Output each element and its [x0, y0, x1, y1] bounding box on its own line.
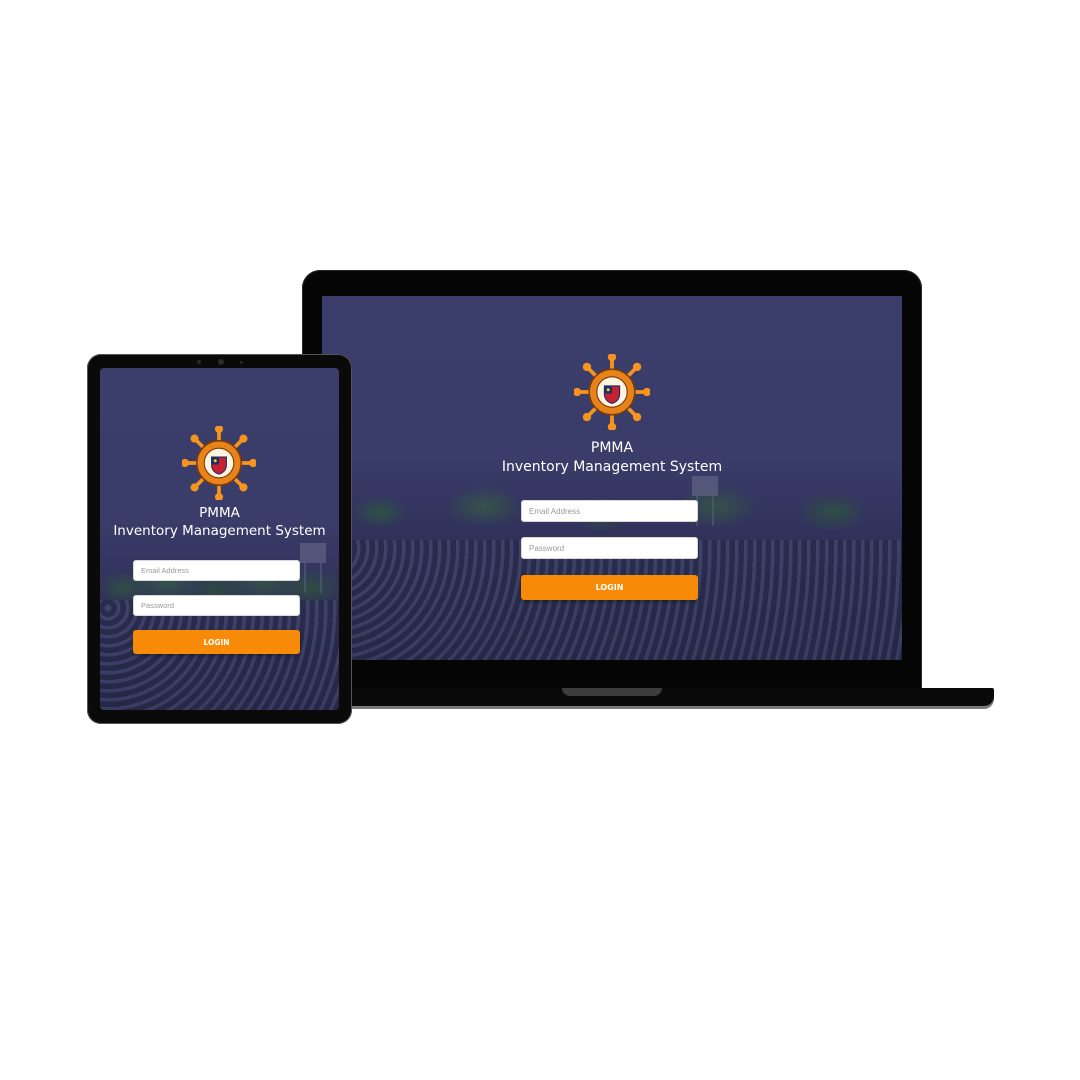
login-button-label: LOGIN [595, 583, 624, 592]
pmma-seal-icon [182, 426, 256, 500]
email-placeholder: Email Address [141, 566, 189, 575]
background-water-tower [300, 543, 326, 593]
password-placeholder: Password [529, 543, 565, 553]
app-title-line2: Inventory Management System [113, 523, 326, 540]
email-input[interactable]: Email Address [133, 560, 300, 581]
laptop-device: PMMA Inventory Management System Email A… [302, 270, 922, 690]
app-title-line1: PMMA [199, 505, 240, 521]
email-input[interactable]: Email Address [521, 500, 698, 522]
background-photo [322, 296, 902, 660]
laptop-hinge-notch [562, 688, 662, 696]
tablet-device: PMMA Inventory Management System Email A… [87, 354, 352, 724]
laptop-screen: PMMA Inventory Management System Email A… [322, 296, 902, 660]
password-input[interactable]: Password [133, 595, 300, 616]
app-title-line1: PMMA [590, 440, 634, 456]
tablet-camera-icon [197, 359, 243, 365]
login-button[interactable]: LOGIN [521, 575, 698, 600]
login-button[interactable]: LOGIN [133, 630, 300, 654]
pmma-seal-icon [574, 354, 650, 430]
tablet-screen: PMMA Inventory Management System Email A… [100, 368, 339, 710]
app-title: PMMA Inventory Management System [322, 439, 902, 477]
email-placeholder: Email Address [529, 506, 581, 516]
password-placeholder: Password [141, 601, 174, 610]
login-button-label: LOGIN [203, 637, 230, 647]
password-input[interactable]: Password [521, 537, 698, 559]
app-title-line2: Inventory Management System [501, 458, 723, 475]
app-title: PMMA Inventory Management System [100, 504, 339, 540]
background-cadets [100, 600, 339, 710]
